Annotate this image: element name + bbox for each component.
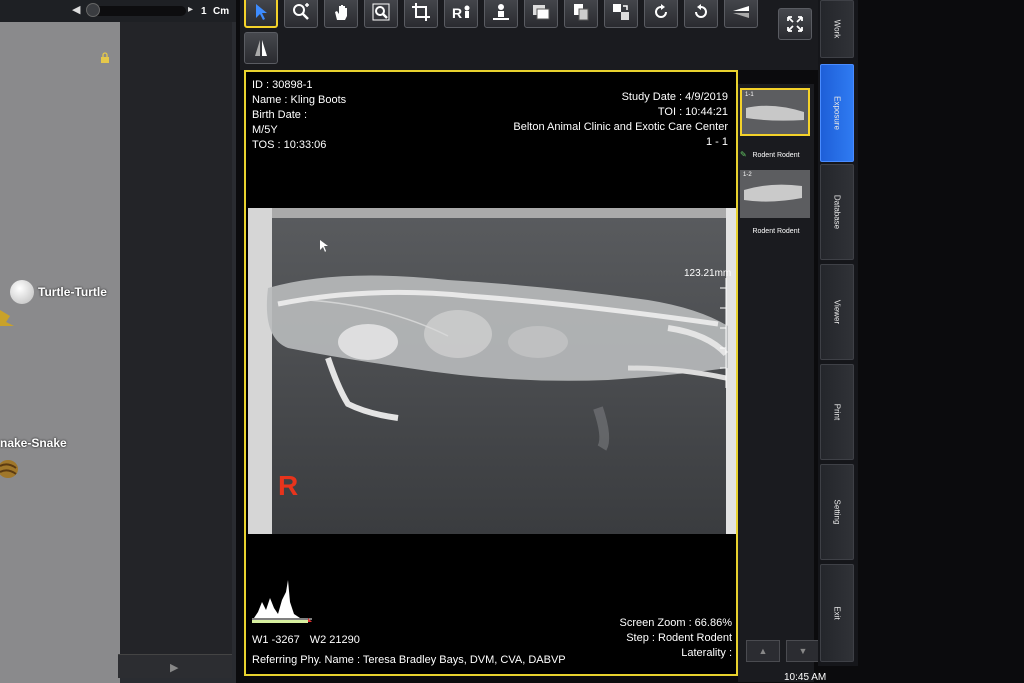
turtle-icon xyxy=(10,280,34,304)
xray-image[interactable]: R 123.21mm xyxy=(248,208,736,534)
tab-exposure[interactable]: Exposure xyxy=(820,64,854,162)
laterality-label: Laterality : xyxy=(681,647,732,659)
study-date: Study Date : 4/9/2019 xyxy=(621,91,728,103)
laterality-marker: R xyxy=(278,470,299,501)
scale-slider-knob[interactable] xyxy=(86,3,100,17)
scale-unit: Cm xyxy=(213,6,230,17)
species-label: nake-Snake xyxy=(0,436,67,450)
thumbnail-label: Rodent Rodent xyxy=(752,228,800,235)
magnifier-icon xyxy=(372,3,390,21)
slider-left-arrow-icon[interactable]: ◀ xyxy=(72,3,80,16)
tab-database[interactable]: Database xyxy=(820,164,854,260)
annotate-button[interactable]: R xyxy=(444,0,478,28)
tab-setting[interactable]: Setting xyxy=(820,464,854,560)
thumbnail-2[interactable]: 1-2 xyxy=(740,170,810,218)
tab-viewer[interactable]: Viewer xyxy=(820,264,854,360)
rotate-cw-icon xyxy=(655,4,667,18)
layout-button[interactable] xyxy=(524,0,558,28)
patient-sex-age: M/5Y xyxy=(252,124,278,136)
species-detail-area xyxy=(120,22,232,654)
system-clock: 10:45 AM xyxy=(784,672,827,683)
magnifier-button[interactable] xyxy=(364,0,398,28)
image-viewer[interactable]: ID : 30898-1 Name : Kling Boots Birth Da… xyxy=(244,70,738,676)
species-item-snake[interactable]: nake-Snake xyxy=(0,436,67,450)
study-toi: TOI : 10:44:21 xyxy=(657,106,728,118)
thumbnail-id: 1-1 xyxy=(745,92,754,98)
species-item-turtle[interactable]: Turtle-Turtle xyxy=(10,280,107,304)
copy-icon xyxy=(574,4,589,21)
referring-physician: Referring Phy. Name : Teresa Bradley Bay… xyxy=(252,654,566,666)
patient-info: ID : 30898-1 Name : Kling Boots Birth Da… xyxy=(252,78,346,153)
copy-button[interactable] xyxy=(564,0,598,28)
scroll-down-button[interactable]: ▼ xyxy=(786,640,820,662)
measurement-label: 123.21mm xyxy=(684,268,732,279)
layout-icon xyxy=(533,5,550,20)
label-button[interactable] xyxy=(484,0,518,28)
fullscreen-icon xyxy=(787,16,803,32)
thumbnail-id: 1-2 xyxy=(743,172,752,178)
fullscreen-button[interactable] xyxy=(778,8,812,40)
view-info: Screen Zoom : 66.86% Step : Rodent Roden… xyxy=(619,616,732,661)
label-icon xyxy=(493,4,509,20)
species-list: Turtle-Turtle nake-Snake xyxy=(0,22,120,683)
rotate-cw-button[interactable] xyxy=(644,0,678,28)
xray-radiograph xyxy=(248,208,736,534)
patient-name: Name : Kling Boots xyxy=(252,94,347,106)
tab-exit[interactable]: Exit xyxy=(820,564,854,662)
patient-id: ID : 30898-1 xyxy=(252,79,313,91)
left-panel: ◀ ▸ 1 Cm Turtle-Turtle nake-Snake ▶ xyxy=(0,0,236,683)
toolbar: R xyxy=(240,0,820,70)
window-w1: W1 -3267 xyxy=(252,634,300,646)
rotate-ccw-button[interactable] xyxy=(684,0,718,28)
histogram-icon[interactable] xyxy=(250,572,314,624)
annotate-icon: R xyxy=(452,5,470,21)
slider-right-arrow-icon[interactable]: ▸ xyxy=(188,4,193,15)
flip-vertical-button[interactable] xyxy=(724,0,758,28)
flip-horizontal-icon xyxy=(255,40,267,56)
zoom-in-button[interactable] xyxy=(284,0,318,28)
flip-horizontal-button[interactable] xyxy=(244,32,278,64)
step-label: Step : Rodent Rodent xyxy=(626,632,732,644)
turtle-thumbnail-icon xyxy=(0,310,14,326)
scroll-up-button[interactable]: ▲ xyxy=(746,640,780,662)
thumbnail-nav: ▲ ▼ xyxy=(746,640,820,662)
scale-bar: ◀ ▸ 1 Cm xyxy=(0,0,236,22)
series-number: 1 - 1 xyxy=(705,136,728,148)
window-level: W1 -3267 W2 21290 xyxy=(252,634,360,646)
rotate-ccw-icon xyxy=(695,4,707,18)
thumbnail-1[interactable]: 1-1 xyxy=(740,88,810,136)
thumbnail-strip: 1-1 ✎ Rodent Rodent 1-2 Rodent Rodent xyxy=(738,84,814,682)
screen-zoom: Screen Zoom : 66.86% xyxy=(619,617,732,629)
crop-button[interactable] xyxy=(404,0,438,28)
scale-value: 1 xyxy=(201,6,207,17)
select-tool-button[interactable] xyxy=(244,0,278,28)
play-icon[interactable]: ▶ xyxy=(170,661,178,674)
left-bottom-bar: ▶ xyxy=(118,654,232,678)
patient-birth-date: Birth Date : xyxy=(252,109,308,121)
window-w2: W2 21290 xyxy=(309,634,360,646)
tab-print[interactable]: Print xyxy=(820,364,854,460)
zoom-in-icon xyxy=(293,3,309,20)
flip-vertical-icon xyxy=(733,6,749,18)
scale-slider-track[interactable] xyxy=(86,6,186,16)
cursor-arrow-icon xyxy=(256,4,267,20)
lock-icon xyxy=(101,52,109,63)
side-tabs: Work Exposure Database Viewer Print Sett… xyxy=(818,0,858,666)
thumbnail-label: Rodent Rodent xyxy=(752,152,800,159)
snake-thumbnail-icon xyxy=(0,460,18,478)
species-label: Turtle-Turtle xyxy=(38,285,107,299)
svg-text:R: R xyxy=(452,5,462,21)
swap-button[interactable] xyxy=(604,0,638,28)
pan-button[interactable] xyxy=(324,0,358,28)
swap-icon xyxy=(613,4,629,20)
hand-icon xyxy=(335,5,347,20)
clinic-name: Belton Animal Clinic and Exotic Care Cen… xyxy=(513,121,728,133)
study-info: Study Date : 4/9/2019 TOI : 10:44:21 Bel… xyxy=(513,90,728,150)
tab-work[interactable]: Work xyxy=(820,0,854,58)
patient-tos: TOS : 10:33:06 xyxy=(252,139,327,151)
crop-icon xyxy=(412,3,430,21)
